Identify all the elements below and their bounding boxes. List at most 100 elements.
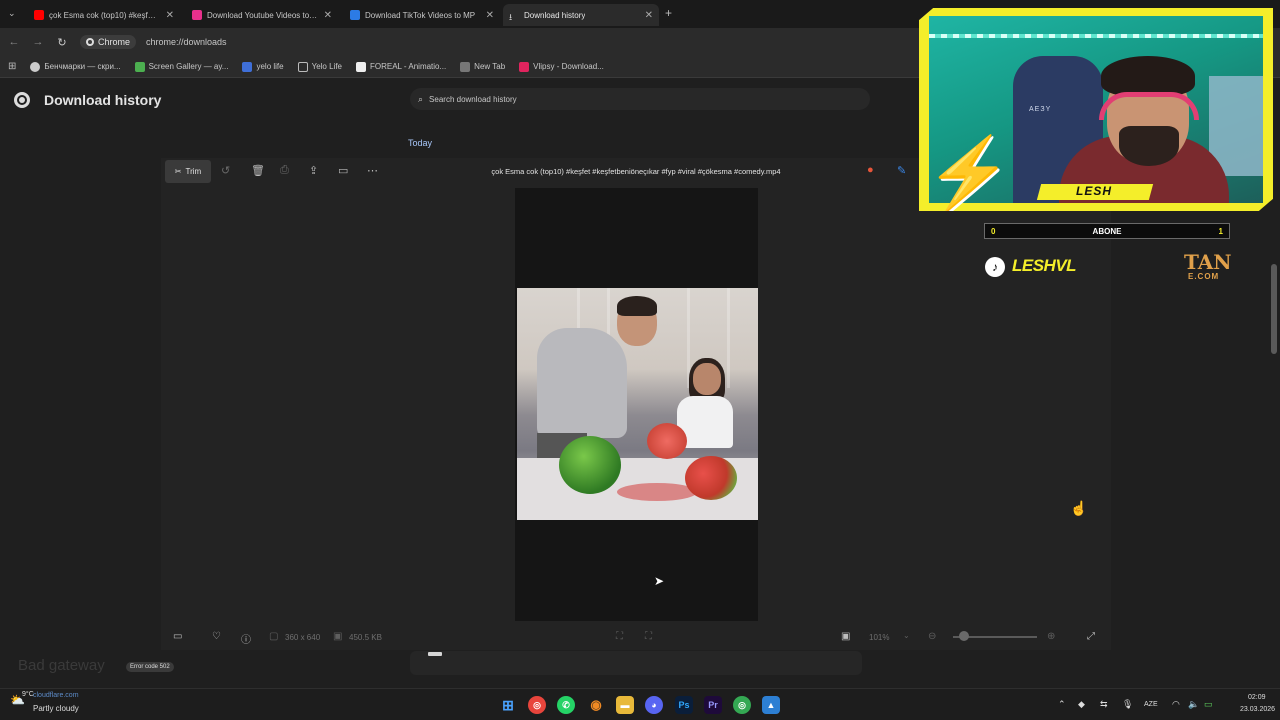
foreal-icon <box>356 61 366 72</box>
error-code-badge: Error code 502 <box>126 662 174 672</box>
blender-icon[interactable]: ◉ <box>587 696 605 714</box>
rotate-icon[interactable]: ↺ <box>221 164 230 177</box>
tray-network-share-icon[interactable]: ⇆ <box>1100 699 1108 710</box>
back-icon[interactable]: ← <box>2 36 26 48</box>
share-icon[interactable]: ⇪ <box>309 164 318 177</box>
chrome-logo-icon <box>14 92 30 108</box>
microphone-icon[interactable]: 🎙 <box>1122 699 1133 710</box>
gallery-icon <box>134 61 145 72</box>
weather-temp: 9°C <box>22 691 34 698</box>
favorite-heart-icon[interactable]: ♡ <box>212 631 221 642</box>
filmstrip-icon[interactable]: ▭ <box>173 631 182 642</box>
video-player[interactable] <box>515 188 758 621</box>
tab-download-history[interactable]: ⭳ Download history ✕ <box>503 4 659 26</box>
girl-head <box>693 363 721 395</box>
site-chip[interactable]: Chrome <box>80 35 137 49</box>
edit-icon[interactable]: ✎ <box>897 164 906 177</box>
new-tab-button[interactable]: + <box>665 6 672 20</box>
man-hair <box>617 296 657 316</box>
chrome-taskbar-icon[interactable]: ◎ <box>528 696 546 714</box>
streamer-name: LESH <box>1076 184 1113 198</box>
chip-label: Chrome <box>98 37 131 47</box>
close-icon[interactable]: ✕ <box>480 10 494 21</box>
lightning-bolt-icon: ⚡ <box>925 134 1013 212</box>
search-field[interactable]: ⌕ Search download history <box>410 88 870 110</box>
discord-icon[interactable]: ◕ <box>645 696 663 714</box>
scrollbar-thumb[interactable] <box>1271 264 1277 354</box>
tab-tiktok-downloader[interactable]: Download TikTok Videos to MP ✕ <box>344 4 500 26</box>
volume-icon[interactable]: 🔈 <box>1188 699 1199 710</box>
photos-app-icon[interactable]: ▲ <box>762 696 780 714</box>
zoom-level[interactable]: 101% <box>869 633 889 642</box>
sub-goal-target: 1 <box>1218 226 1223 236</box>
chrome-profile-icon[interactable]: ◎ <box>733 696 751 714</box>
actual-size-icon[interactable]: ⛶ <box>645 631 652 642</box>
photoshop-icon[interactable]: Ps <box>675 696 693 714</box>
hand-cursor-icon: ☝ <box>1070 500 1088 516</box>
bad-gateway-text: Bad gateway <box>18 657 105 674</box>
bookmark-item[interactable]: Yelo Life <box>297 61 342 72</box>
zoom-out-icon[interactable]: ⊖ <box>928 631 936 642</box>
bookmark-item[interactable]: Screen Gallery — ay... <box>134 61 229 72</box>
delete-icon[interactable]: 🗑 <box>251 164 265 177</box>
search-icon: ⌕ <box>418 93 424 104</box>
tab-youtube-downloader[interactable]: Download Youtube Videos to M ✕ <box>186 4 338 26</box>
premiere-icon[interactable]: Pr <box>704 696 722 714</box>
wifi-icon[interactable]: ◠ <box>1172 699 1180 710</box>
more-icon[interactable]: ⋯ <box>367 164 378 177</box>
taskbar: ⛅ cloudflare.com 9°C Partly cloudy ⊞ ◎ ✆… <box>0 688 1280 720</box>
start-windows-icon[interactable]: ⊞ <box>499 696 517 714</box>
bookmark-item[interactable]: Бенчмарки — скри... <box>30 61 121 72</box>
trim-button[interactable]: ✂ Trim <box>165 160 211 183</box>
url-text: chrome://downloads <box>146 37 227 47</box>
battery-icon[interactable]: ▭ <box>1204 699 1213 710</box>
image-dimensions: 360 x 640 <box>285 633 321 642</box>
language-indicator[interactable]: AZE <box>1144 701 1158 708</box>
tab-search-icon[interactable]: ⌄ <box>8 8 16 19</box>
reload-icon[interactable]: ↻ <box>50 36 74 49</box>
apps-grid-icon[interactable]: ⊞ <box>8 61 16 72</box>
bookmark-item[interactable]: FOREAL - Animatio... <box>356 61 446 72</box>
bookmark-item[interactable]: New Tab <box>460 61 505 72</box>
slideshow-icon[interactable]: ▭ <box>338 164 348 177</box>
omnibox[interactable]: Chrome chrome://downloads <box>80 32 910 52</box>
watermelon-piece <box>647 423 687 459</box>
pointer-cursor-icon: ➤ <box>654 574 665 588</box>
viewer-bottom-bar: ▭ ♡ ⓘ ▢ 360 x 640 ▣ 450.5 KB ⛶ ⛶ ▣ 101% … <box>161 624 1111 650</box>
close-icon[interactable]: ✕ <box>639 10 653 21</box>
chevron-down-icon[interactable]: ⌄ <box>903 631 910 640</box>
zoom-slider-thumb[interactable] <box>959 631 969 641</box>
close-icon[interactable]: ✕ <box>318 10 332 21</box>
file-size-icon: ▣ <box>333 631 343 642</box>
streamer-hair <box>1101 56 1195 96</box>
fit-screen-icon[interactable]: ⛶ <box>616 631 623 642</box>
tray-overflow-icon[interactable]: ⌃ <box>1058 699 1066 710</box>
clock-date[interactable]: 23.03.2026 <box>1240 706 1275 713</box>
screen-fit-icon[interactable]: ▣ <box>841 631 850 642</box>
globe-icon <box>30 61 41 72</box>
forward-icon[interactable]: → <box>26 36 50 48</box>
tiktok-handle: LESHVL <box>1012 256 1077 275</box>
bookmark-item[interactable]: Vlipsy - Download... <box>519 61 604 72</box>
yelo-icon <box>242 61 253 72</box>
bookmark-label: Screen Gallery — ay... <box>148 62 229 71</box>
page-title: Download history <box>44 92 162 108</box>
close-icon[interactable]: ✕ <box>160 10 174 21</box>
bookmark-item[interactable]: yelo life <box>242 61 284 72</box>
chrome-icon <box>86 38 94 46</box>
clock-time[interactable]: 02:09 <box>1248 694 1266 701</box>
tab-video[interactable]: çok Esma cok (top10) #keşfet # ✕ <box>28 4 180 26</box>
folder-icon <box>297 61 308 72</box>
fullscreen-icon[interactable]: ⤢ <box>1087 631 1095 642</box>
print-icon[interactable]: ⎙ <box>280 164 289 177</box>
info-icon[interactable]: ⓘ <box>241 631 251 646</box>
file-explorer-icon[interactable]: ▬ <box>616 696 634 714</box>
man-body <box>537 328 627 438</box>
webcam-overlay: AEЗY ⚡ <box>919 8 1273 211</box>
led-strip <box>929 34 1263 38</box>
whatsapp-icon[interactable]: ✆ <box>557 696 575 714</box>
copilot-icon[interactable]: ● <box>867 164 874 176</box>
vlipsy-icon <box>519 61 530 72</box>
tray-app-icon[interactable]: ◆ <box>1078 699 1085 710</box>
zoom-in-icon[interactable]: ⊕ <box>1047 631 1055 642</box>
